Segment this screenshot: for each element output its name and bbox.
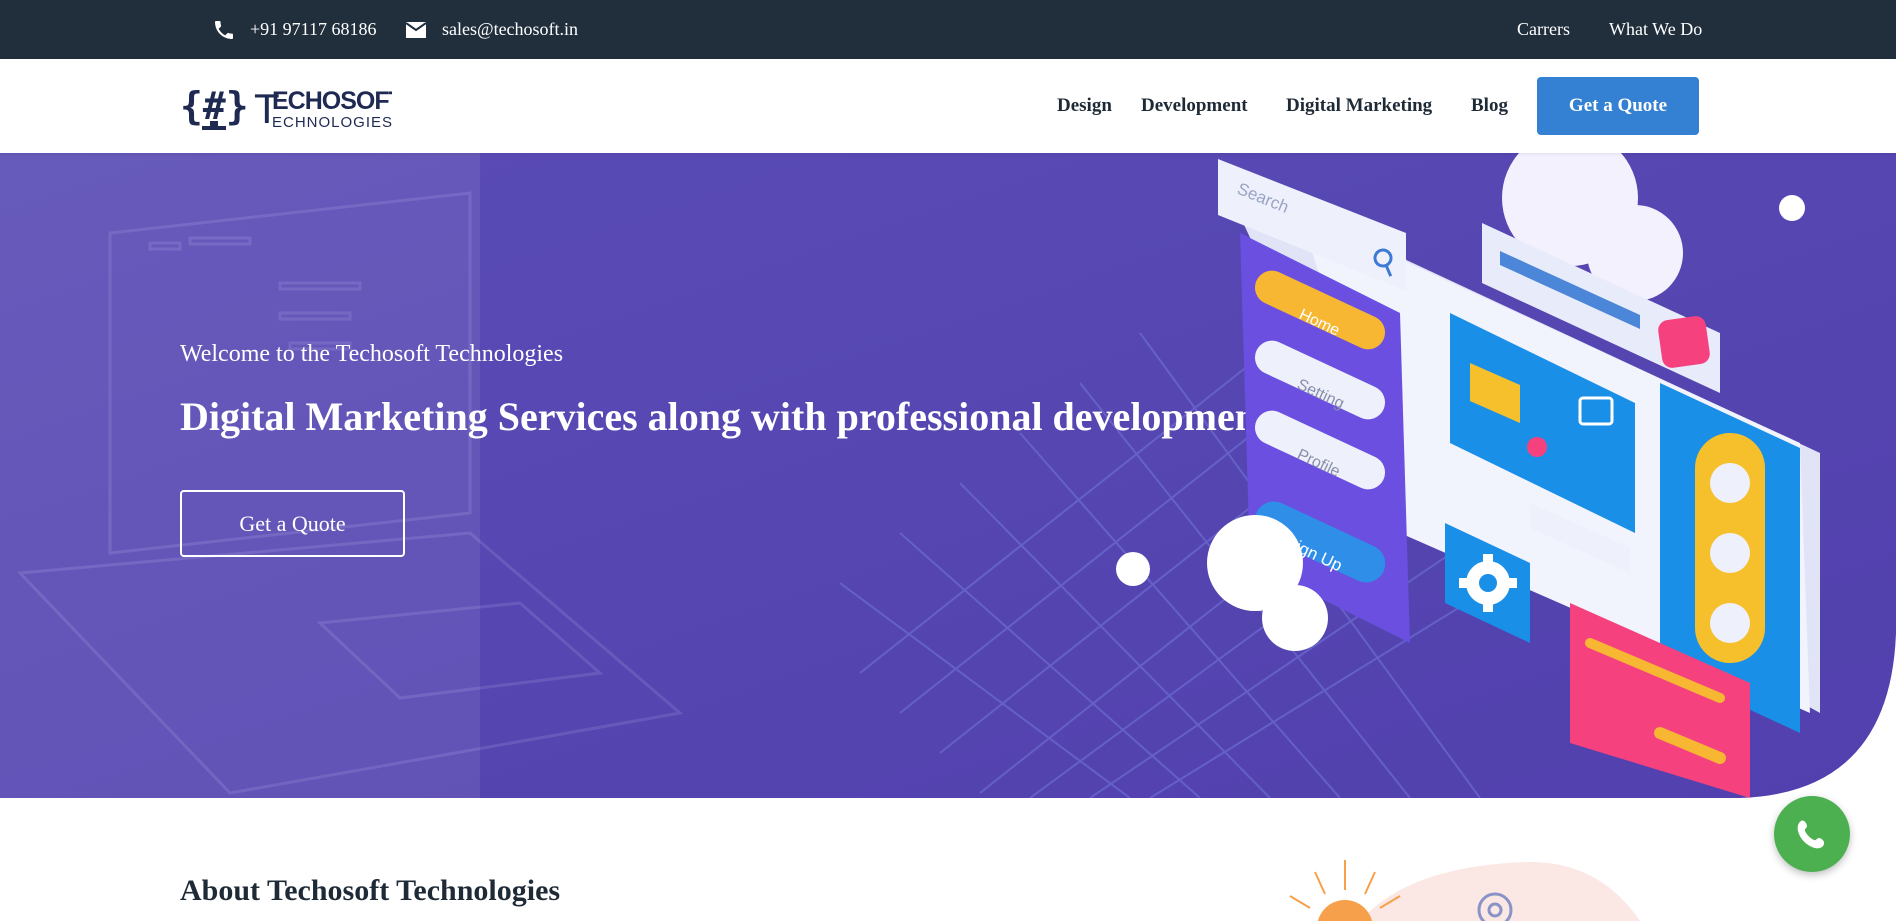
nav-blog[interactable]: Blog <box>1471 59 1508 153</box>
carrers-link[interactable]: Carrers <box>1517 0 1570 59</box>
nav-design[interactable]: Design <box>1057 59 1112 153</box>
nav-development[interactable]: Development <box>1141 59 1248 153</box>
about-title: About Techosoft Technologies <box>180 874 561 907</box>
main-header: {#} T ECHOSOFT ECHNOLOGIES Design Develo… <box>0 59 1896 153</box>
phone-link[interactable]: +91 97117 68186 <box>212 0 376 59</box>
about-section: About Techosoft Technologies <box>0 798 1896 921</box>
techosoft-logo[interactable]: {#} T ECHOSOFT ECHNOLOGIES <box>180 79 392 135</box>
svg-text:ECHOSOFT: ECHOSOFT <box>272 87 392 115</box>
whatsapp-button[interactable] <box>1774 796 1850 872</box>
mail-icon <box>405 21 427 38</box>
whatsapp-icon <box>1797 820 1825 849</box>
email-address: sales@techosoft.in <box>442 19 579 39</box>
get-quote-button[interactable]: Get a Quote <box>1537 77 1699 135</box>
hero-illustration: Search Home Setting Profile Sign Up <box>1116 153 1896 798</box>
hero-get-quote-button[interactable]: Get a Quote <box>180 490 405 557</box>
about-illustration <box>1289 860 1640 921</box>
nav-digital-marketing[interactable]: Digital Marketing <box>1286 59 1432 153</box>
svg-text:ECHNOLOGIES: ECHNOLOGIES <box>272 114 392 131</box>
top-bar: +91 97117 68186 sales@techosoft.in Carre… <box>0 0 1896 59</box>
phone-icon <box>215 20 233 39</box>
phone-number: +91 97117 68186 <box>250 19 377 39</box>
hero-welcome-text: Welcome to the Techosoft Technologies <box>180 341 564 367</box>
email-link[interactable]: sales@techosoft.in <box>404 0 578 59</box>
what-we-do-link[interactable]: What We Do <box>1609 0 1702 59</box>
hero-section: Welcome to the Techosoft Technologies Di… <box>0 153 1896 798</box>
